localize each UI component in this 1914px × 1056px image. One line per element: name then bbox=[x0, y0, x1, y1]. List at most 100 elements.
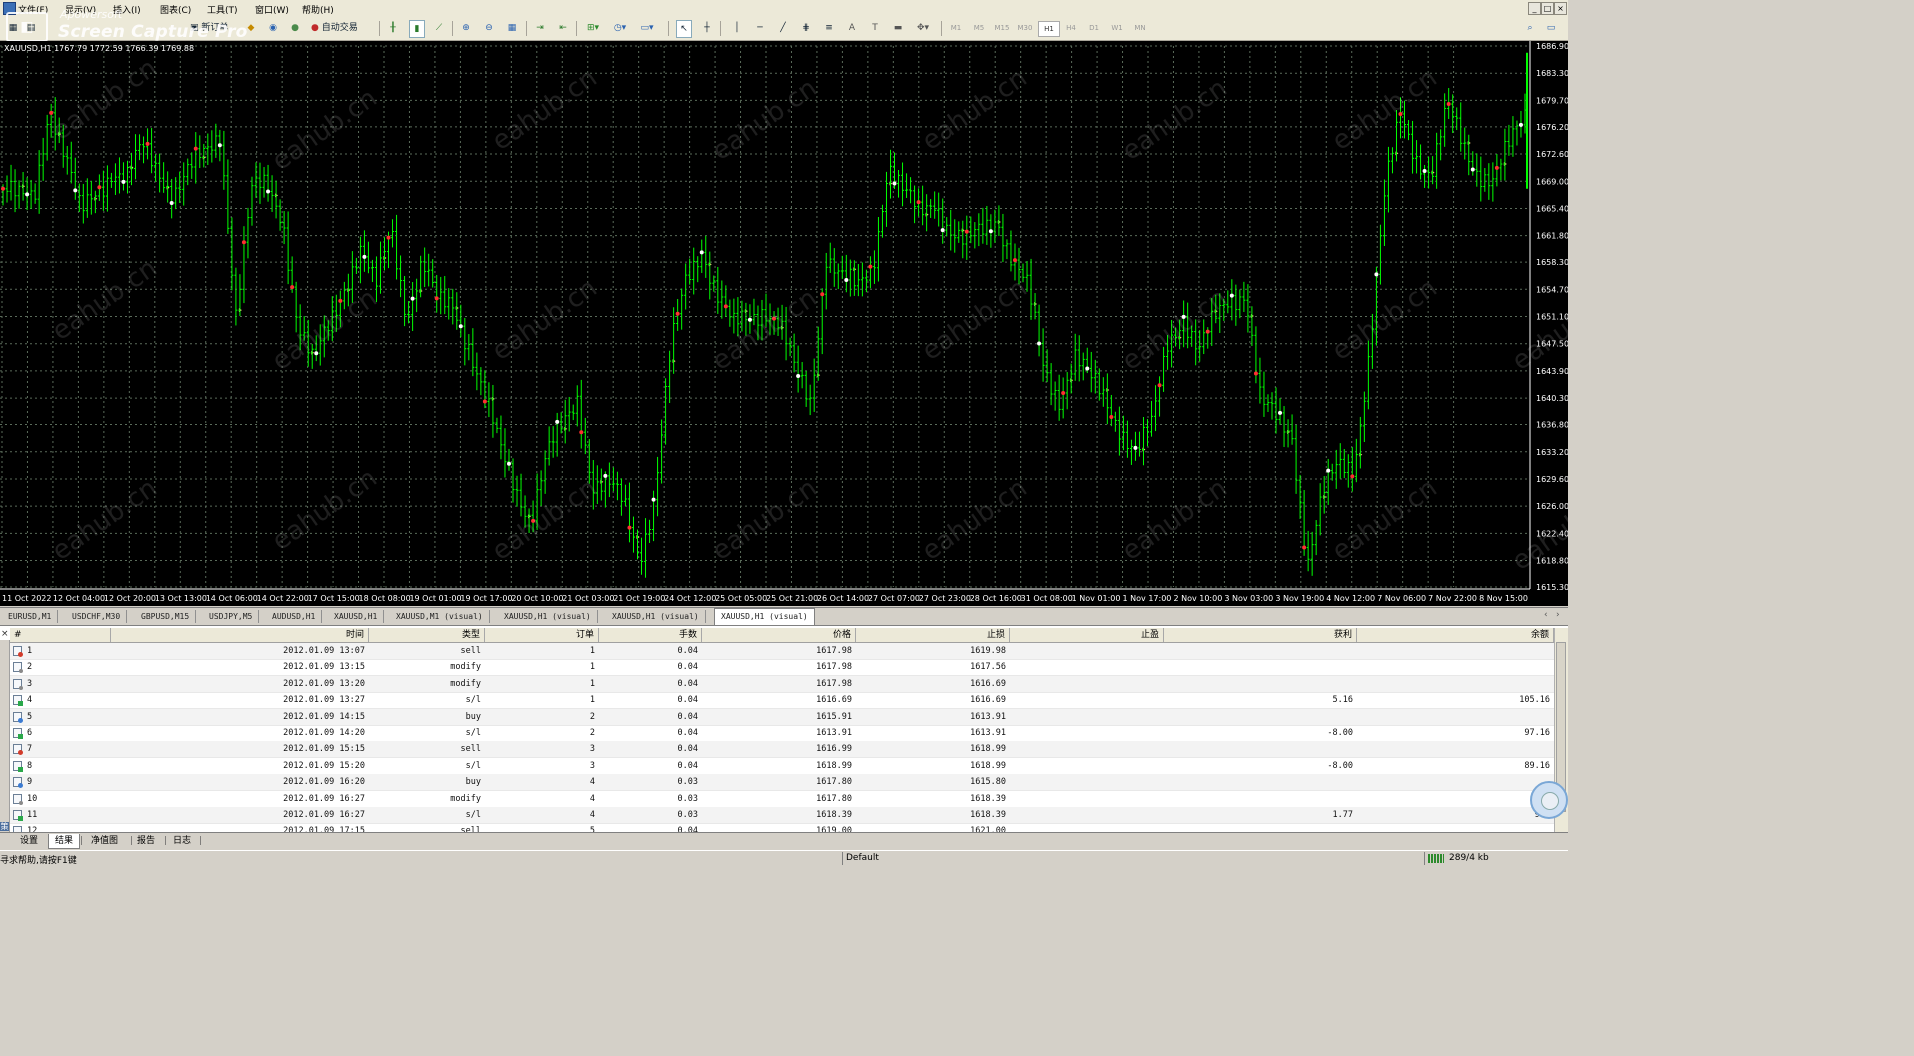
indicators-icon[interactable]: ⊞▾ bbox=[584, 20, 602, 36]
trade-marker[interactable] bbox=[458, 324, 463, 329]
templates-icon[interactable]: ▭▾ bbox=[638, 20, 656, 36]
trade-marker[interactable] bbox=[1374, 272, 1379, 277]
text-icon[interactable]: A bbox=[845, 20, 859, 36]
table-row[interactable]: 3 2012.01.09 13:20 modify 1 0.04 1617.98 1616.… bbox=[10, 675, 1554, 693]
timeframe-m15[interactable]: M15 bbox=[992, 21, 1012, 35]
trade-marker[interactable] bbox=[1012, 258, 1017, 263]
menu-help[interactable]: 帮助(H) bbox=[302, 3, 334, 16]
expert-icon[interactable]: ◆ bbox=[244, 20, 258, 36]
menu-charts[interactable]: 图表(C) bbox=[160, 3, 191, 16]
trade-marker[interactable] bbox=[1109, 415, 1114, 420]
new-chart-icon[interactable]: ▦ bbox=[6, 20, 20, 36]
trade-marker[interactable] bbox=[121, 179, 126, 184]
trade-marker[interactable] bbox=[820, 292, 825, 297]
timeframe-w1[interactable]: W1 bbox=[1107, 21, 1127, 35]
menu-view[interactable]: 显示(V) bbox=[65, 3, 96, 16]
trade-marker[interactable] bbox=[1229, 293, 1234, 298]
trade-marker[interactable] bbox=[1205, 329, 1210, 334]
trade-marker[interactable] bbox=[1302, 545, 1307, 550]
table-row[interactable]: 11 2012.01.09 16:27 s/l 4 0.03 1618.39 1618.39… bbox=[10, 807, 1554, 824]
timeframe-h1[interactable]: H1 bbox=[1038, 21, 1060, 37]
trade-marker[interactable] bbox=[988, 229, 993, 234]
trade-marker[interactable] bbox=[651, 497, 656, 502]
trade-marker[interactable] bbox=[1422, 169, 1427, 174]
trade-marker[interactable] bbox=[25, 192, 30, 197]
table-row[interactable]: 7 2012.01.09 15:15 sell 3 0.04 1616.99 1618.99 bbox=[10, 741, 1554, 759]
trade-marker[interactable] bbox=[145, 141, 150, 146]
timeframe-m5[interactable]: M5 bbox=[969, 21, 989, 35]
trade-marker[interactable] bbox=[1494, 165, 1499, 170]
trade-marker[interactable] bbox=[940, 228, 945, 233]
trade-marker[interactable] bbox=[241, 240, 246, 245]
column-number[interactable]: # bbox=[10, 628, 111, 642]
tab-report[interactable]: 报告 bbox=[131, 834, 161, 848]
trade-marker[interactable] bbox=[434, 296, 439, 301]
column-lots[interactable]: 手数 bbox=[599, 628, 702, 642]
trendline-icon[interactable]: ╱ bbox=[776, 20, 790, 36]
search-icon[interactable]: ⌕ bbox=[1523, 20, 1537, 36]
tab-equity-graph[interactable]: 净值图 bbox=[85, 834, 124, 848]
auto-trading-button[interactable]: ● 自动交易 bbox=[311, 20, 371, 36]
table-row[interactable]: 1 2012.01.09 13:07 sell 1 0.04 1617.98 1619.98 bbox=[10, 643, 1554, 660]
trade-marker[interactable] bbox=[1061, 390, 1066, 395]
trade-marker[interactable] bbox=[49, 110, 54, 115]
trade-marker[interactable] bbox=[217, 143, 222, 148]
trade-marker[interactable] bbox=[723, 304, 728, 309]
trade-marker[interactable] bbox=[627, 525, 632, 530]
trade-marker[interactable] bbox=[1326, 468, 1331, 473]
tile-windows-icon[interactable]: ▦ bbox=[505, 20, 519, 36]
chart-shift-icon[interactable]: ⇤ bbox=[556, 20, 570, 36]
trade-marker[interactable] bbox=[1, 186, 5, 191]
chart-canvas[interactable]: 1686.90 1683.30 1679.70 1676.20 1672.60 1669.… bbox=[0, 41, 1568, 606]
arrows-icon[interactable]: ▬ bbox=[891, 20, 905, 36]
trade-marker[interactable] bbox=[892, 181, 897, 186]
trade-marker[interactable] bbox=[1278, 410, 1283, 415]
column-take-profit[interactable]: 止盈 bbox=[1010, 628, 1164, 642]
menu-tools[interactable]: 工具(T) bbox=[207, 3, 238, 16]
trade-marker[interactable] bbox=[506, 461, 511, 466]
trade-marker[interactable] bbox=[482, 399, 487, 404]
minimize-button[interactable]: _ bbox=[1528, 2, 1541, 15]
trade-marker[interactable] bbox=[97, 185, 102, 190]
tab-eurusd-m1[interactable]: EURUSD,M1 bbox=[2, 610, 59, 623]
tab-xauusd-h1-visual[interactable]: XAUUSD,H1 (visual) bbox=[606, 610, 706, 623]
trade-marker[interactable] bbox=[1085, 366, 1090, 371]
table-row[interactable]: 6 2012.01.09 14:20 s/l 2 0.04 1613.91 1613.91 -… bbox=[10, 725, 1554, 742]
tab-usdjpy-m5[interactable]: USDJPY,M5 bbox=[203, 610, 260, 623]
menu-file[interactable]: 文件(F) bbox=[18, 3, 48, 16]
text-label-icon[interactable]: T bbox=[868, 20, 882, 36]
table-row[interactable]: 9 2012.01.09 16:20 buy 4 0.03 1617.80 1615.80 bbox=[10, 774, 1554, 792]
bar-chart-icon[interactable]: ╂ bbox=[386, 20, 400, 36]
trade-marker[interactable] bbox=[169, 200, 174, 205]
close-window-button[interactable]: × bbox=[1554, 2, 1567, 15]
periods-icon[interactable]: ◷▾ bbox=[611, 20, 629, 36]
tab-audusd-h1[interactable]: AUDUSD,H1 bbox=[266, 610, 323, 623]
horizontal-line-icon[interactable]: ─ bbox=[753, 20, 767, 36]
trade-marker[interactable] bbox=[844, 277, 849, 282]
crosshair-icon[interactable]: ┼ bbox=[700, 20, 714, 36]
column-stop-loss[interactable]: 止损 bbox=[856, 628, 1010, 642]
table-row[interactable]: 10 2012.01.09 16:27 modify 4 0.03 1617.80 1618… bbox=[10, 791, 1554, 808]
timeframe-m1[interactable]: M1 bbox=[946, 21, 966, 35]
channel-icon[interactable]: ⋕ bbox=[799, 20, 813, 36]
tab-xauusd-h1[interactable]: XAUUSD,H1 bbox=[328, 610, 385, 623]
trade-marker[interactable] bbox=[1446, 102, 1451, 107]
tab-scroll-right-icon[interactable]: › bbox=[1556, 610, 1560, 620]
restore-button[interactable]: □ bbox=[1541, 2, 1554, 15]
menu-insert[interactable]: 插入(I) bbox=[113, 3, 141, 16]
tab-usdchf-m30[interactable]: USDCHF,M30 bbox=[66, 610, 128, 623]
globe-icon[interactable]: ● bbox=[288, 20, 302, 36]
tab-xauusd-m1-visual[interactable]: XAUUSD,M1 (visual) bbox=[390, 610, 490, 623]
column-time[interactable]: 时间 bbox=[111, 628, 369, 642]
table-row[interactable]: 8 2012.01.09 15:20 s/l 3 0.04 1618.99 1618.99 -… bbox=[10, 758, 1554, 775]
zoom-in-icon[interactable]: ⊕ bbox=[459, 20, 473, 36]
tester-icon[interactable]: ◉ bbox=[266, 20, 280, 36]
cursor-icon[interactable]: ↖ bbox=[676, 20, 692, 38]
tab-xauusd-h1-visual[interactable]: XAUUSD,H1 (visual) bbox=[498, 610, 598, 623]
table-row[interactable]: 2 2012.01.09 13:15 modify 1 0.04 1617.98 1617.… bbox=[10, 659, 1554, 677]
table-row[interactable]: 5 2012.01.09 14:15 buy 2 0.04 1615.91 1613.91 bbox=[10, 708, 1554, 726]
trade-marker[interactable] bbox=[1157, 383, 1162, 388]
fibonacci-icon[interactable]: ≡ bbox=[822, 20, 836, 36]
trade-marker[interactable] bbox=[410, 296, 415, 301]
trade-marker[interactable] bbox=[1253, 371, 1258, 376]
